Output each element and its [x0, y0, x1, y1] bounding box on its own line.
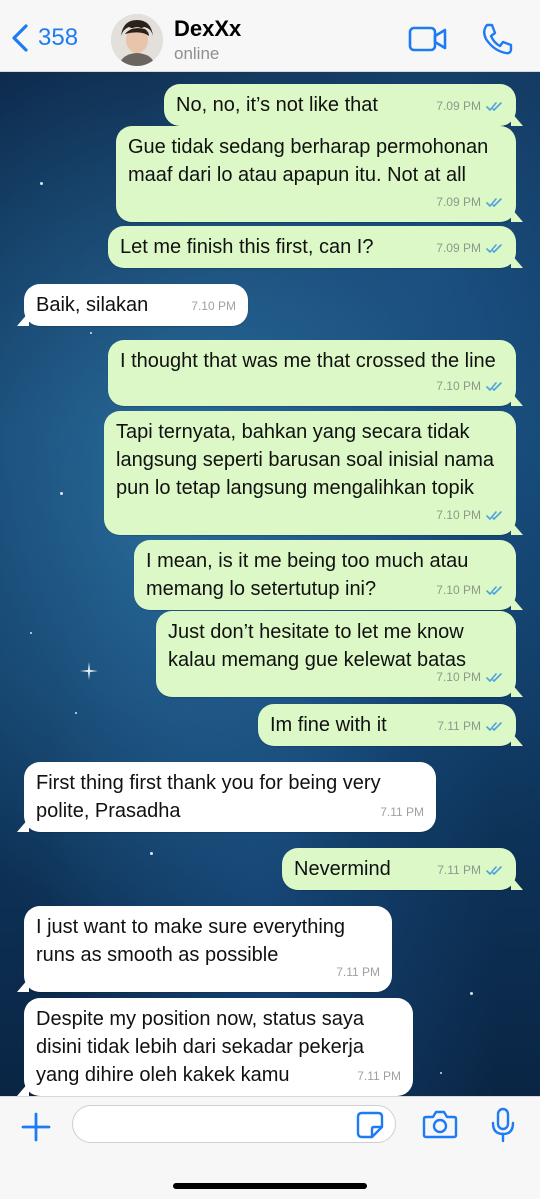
- read-receipt-icon: [486, 865, 502, 875]
- message-timestamp: 7.10 PM: [436, 583, 481, 597]
- message-meta: 7.09 PM: [436, 188, 504, 216]
- outgoing-message[interactable]: Let me finish this first, can I? 7.09 PM: [108, 226, 523, 268]
- outgoing-message[interactable]: I mean, is it me being too much atau mem…: [134, 540, 523, 610]
- outgoing-message[interactable]: Im fine with it 7.11 PM: [258, 704, 523, 746]
- contact-status: online: [174, 44, 220, 63]
- incoming-message[interactable]: Despite my position now, status saya dis…: [17, 998, 413, 1096]
- incoming-message[interactable]: First thing first thank you for being ve…: [17, 762, 436, 832]
- microphone-icon[interactable]: [490, 1107, 516, 1143]
- message-timestamp: 7.11 PM: [357, 1069, 401, 1083]
- message-text: Im fine with it: [270, 714, 387, 736]
- incoming-message[interactable]: I just want to make sure everything runs…: [17, 906, 392, 992]
- read-receipt-icon: [486, 243, 502, 253]
- plus-icon[interactable]: [20, 1111, 52, 1143]
- message-timestamp: 7.09 PM: [436, 195, 481, 209]
- message-text: Tapi ternyata, bahkan yang secara tidak …: [116, 421, 495, 499]
- sticker-icon[interactable]: [356, 1111, 384, 1139]
- message-timestamp: 7.11 PM: [437, 863, 481, 877]
- message-text: First thing first thank you for being ve…: [36, 772, 381, 822]
- background-star: [90, 332, 92, 334]
- message-timestamp: 7.10 PM: [436, 508, 481, 522]
- message-text: Just don’t hesitate to let me know kalau…: [168, 621, 466, 671]
- message-text: No, no, it’s not like that: [176, 94, 378, 116]
- outgoing-message[interactable]: No, no, it’s not like that 7.09 PM: [164, 84, 523, 126]
- background-star: [75, 712, 77, 714]
- message-timestamp: 7.10 PM: [191, 299, 236, 313]
- read-receipt-icon: [486, 721, 502, 731]
- message-text: Let me finish this first, can I?: [120, 236, 374, 258]
- message-text: Baik, silakan: [36, 294, 149, 316]
- message-meta: 7.11 PM: [437, 712, 504, 740]
- message-input[interactable]: [72, 1105, 396, 1143]
- unread-count: 358: [38, 24, 79, 51]
- contact-info[interactable]: DexXx online: [174, 16, 241, 64]
- background-star: [40, 182, 43, 185]
- message-timestamp: 7.10 PM: [436, 379, 481, 393]
- chevron-left-icon: [12, 24, 28, 52]
- message-meta: 7.11 PM: [336, 958, 380, 986]
- read-receipt-icon: [486, 510, 502, 520]
- message-meta: 7.10 PM: [436, 501, 504, 529]
- message-timestamp: 7.11 PM: [437, 719, 481, 733]
- avatar-image: [111, 14, 163, 66]
- message-meta: 7.10 PM: [436, 372, 504, 400]
- message-timestamp: 7.10 PM: [436, 670, 481, 684]
- message-timestamp: 7.09 PM: [436, 241, 481, 255]
- message-timestamp: 7.11 PM: [336, 965, 380, 979]
- chat-area[interactable]: No, no, it’s not like that 7.09 PM Gue tid…: [0, 72, 540, 1096]
- outgoing-message[interactable]: Just don’t hesitate to let me know kalau…: [156, 611, 523, 697]
- back-button[interactable]: 358: [8, 20, 78, 56]
- message-meta: 7.10 PM: [436, 663, 504, 691]
- message-meta: 7.09 PM: [436, 92, 504, 120]
- chat-header: 358 DexXx online: [0, 0, 540, 72]
- background-star: [60, 492, 63, 495]
- message-timestamp: 7.09 PM: [436, 99, 481, 113]
- camera-icon[interactable]: [422, 1109, 458, 1139]
- message-meta: 7.10 PM: [436, 576, 504, 604]
- background-star: [440, 1072, 442, 1074]
- avatar[interactable]: [111, 14, 163, 66]
- outgoing-message[interactable]: Tapi ternyata, bahkan yang secara tidak …: [104, 411, 523, 535]
- video-call-icon[interactable]: [408, 22, 448, 56]
- read-receipt-icon: [486, 101, 502, 111]
- background-star: [150, 852, 153, 855]
- message-text: I just want to make sure everything runs…: [36, 916, 346, 966]
- sparkle-icon: [80, 662, 98, 680]
- message-text: I thought that was me that crossed the l…: [120, 350, 496, 372]
- outgoing-message[interactable]: I thought that was me that crossed the l…: [108, 340, 523, 406]
- message-meta: 7.11 PM: [380, 798, 424, 826]
- read-receipt-icon: [486, 381, 502, 391]
- background-star: [30, 632, 32, 634]
- message-text: I mean, is it me being too much atau mem…: [146, 550, 469, 600]
- message-meta: 7.10 PM: [191, 292, 236, 320]
- home-indicator: [173, 1183, 367, 1189]
- read-receipt-icon: [486, 197, 502, 207]
- read-receipt-icon: [486, 585, 502, 595]
- read-receipt-icon: [486, 672, 502, 682]
- message-text: Nevermind: [294, 858, 391, 880]
- message-timestamp: 7.11 PM: [380, 805, 424, 819]
- message-text: Gue tidak sedang berharap permohonan maa…: [128, 136, 489, 186]
- message-meta: 7.11 PM: [357, 1062, 401, 1090]
- incoming-message[interactable]: Baik, silakan 7.10 PM: [17, 284, 248, 326]
- background-star: [470, 992, 473, 995]
- outgoing-message[interactable]: Gue tidak sedang berharap permohonan maa…: [116, 126, 523, 222]
- phone-icon[interactable]: [480, 22, 514, 56]
- contact-name: DexXx: [174, 16, 242, 41]
- message-meta: 7.11 PM: [437, 856, 504, 884]
- message-text: Despite my position now, status saya dis…: [36, 1008, 364, 1086]
- outgoing-message[interactable]: Nevermind 7.11 PM: [282, 848, 523, 890]
- message-meta: 7.09 PM: [436, 234, 504, 262]
